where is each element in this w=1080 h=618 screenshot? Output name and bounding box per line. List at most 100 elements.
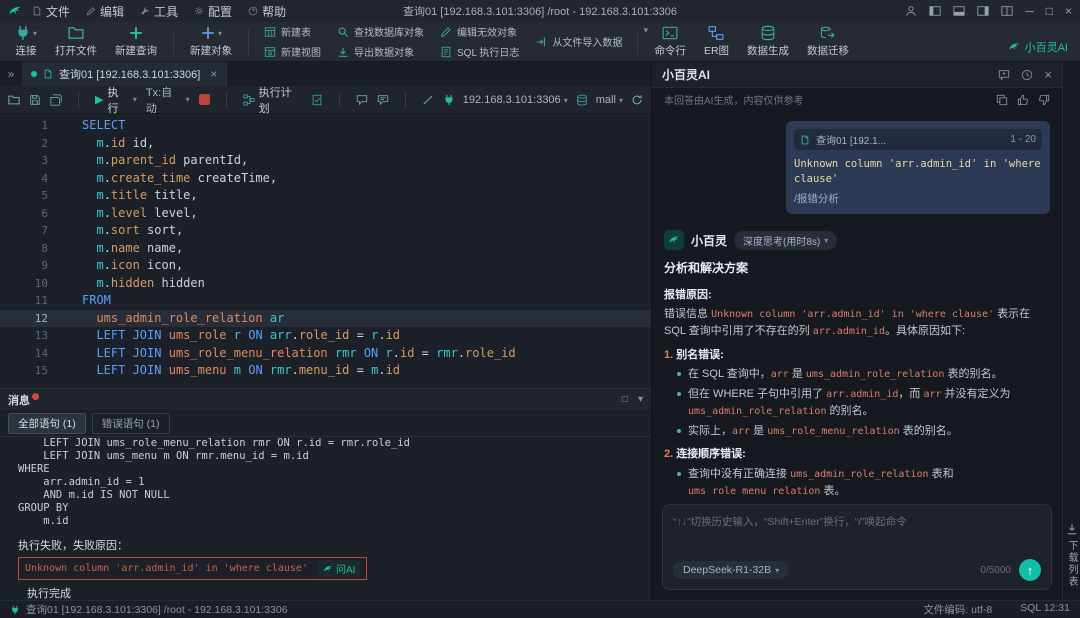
save-all-icon[interactable] xyxy=(50,94,62,106)
toolbar-data-migrate-button[interactable]: 数据迁移 xyxy=(798,25,858,58)
ask-ai-button[interactable]: 问AI xyxy=(318,560,360,577)
editor-line-2[interactable]: 2 m.id id, xyxy=(0,135,651,153)
panel-maximize-icon[interactable]: □ xyxy=(622,394,628,405)
toolbar-new-query-button[interactable]: 新建查询 xyxy=(106,25,166,58)
menu-tools[interactable]: 工具 xyxy=(140,3,178,20)
toolbar-data-generate-button[interactable]: 数据生成 xyxy=(738,25,798,58)
layout-split-icon[interactable] xyxy=(1001,5,1013,17)
commit-icon[interactable] xyxy=(311,94,323,106)
stop-icon[interactable] xyxy=(199,94,210,105)
app-logo-icon xyxy=(8,4,22,18)
editor-toolbar: ▶执行▾ Tx:自动▾ 执行计划 192.168.3.101:3306 ▾ ma… xyxy=(0,86,651,114)
close-button[interactable]: × xyxy=(1065,4,1072,18)
toolbar-find-db-object-button[interactable]: 查找数据库对象 xyxy=(337,24,424,39)
send-button[interactable]: ↑ xyxy=(1019,559,1041,581)
terminal-icon xyxy=(662,25,678,41)
editor-line-9[interactable]: 9 m.icon icon, xyxy=(0,257,651,275)
line-number: 1 xyxy=(0,117,48,135)
toolbar-collapse-icon[interactable]: ▾ xyxy=(643,25,648,36)
toolbar-new-object-button[interactable]: ▾ 新建对象 xyxy=(181,25,241,58)
chat-input[interactable]: “↑↓”切换历史输入，“Shift+Enter”换行，“/”唤起命令 DeepS… xyxy=(662,504,1052,590)
editor-line-8[interactable]: 8 m.name name, xyxy=(0,240,651,258)
ai-panel-close-icon[interactable]: × xyxy=(1044,67,1052,82)
assistant-paragraph: 错误信息 Unknown column 'arr.admin_id' in 'w… xyxy=(664,306,1050,339)
toolbar-open-file-button[interactable]: 打开文件 xyxy=(46,25,106,58)
thumbs-up-icon[interactable] xyxy=(1017,94,1029,106)
ai-assistant-badge[interactable]: 小百灵AI xyxy=(1008,39,1068,55)
editor-line-6[interactable]: 6 m.level level, xyxy=(0,205,651,223)
toolbar-connect-button[interactable]: ▾ 连接 xyxy=(6,25,46,58)
menu-file[interactable]: 文件 xyxy=(32,3,70,20)
menu-help[interactable]: 帮助 xyxy=(248,3,286,20)
sql-file-icon xyxy=(800,135,810,145)
toolbar-import-data-button[interactable]: 从文件导入数据 xyxy=(535,34,622,49)
thumbs-down-icon[interactable] xyxy=(1038,94,1050,106)
user-icon[interactable] xyxy=(905,5,917,17)
query-reference-chip[interactable]: 查询01 [192.1... 1 - 20 xyxy=(794,129,1042,150)
toolbar-er-diagram-button[interactable]: ER图 xyxy=(695,25,738,58)
editor-line-15[interactable]: 15 LEFT JOIN ums_menu m ON rmr.menu_id =… xyxy=(0,362,651,380)
editor-line-3[interactable]: 3 m.parent_id parentId, xyxy=(0,152,651,170)
editor-line-11[interactable]: 11FROM xyxy=(0,292,651,310)
ai-chat-area[interactable]: 本回答由AI生成，内容仅供参考 查询01 [192.1... 1 - 20 xyxy=(652,88,1062,496)
assistant-content: 分析和解决方案报错原因:错误信息 Unknown column 'arr.adm… xyxy=(664,259,1050,496)
editor-line-5[interactable]: 5 m.title title, xyxy=(0,187,651,205)
tab-overflow-icon[interactable]: » xyxy=(0,62,22,86)
download-icon[interactable] xyxy=(1066,523,1078,535)
tab-error-statements[interactable]: 错误语句 (1) xyxy=(92,413,170,434)
editor-line-13[interactable]: 13 LEFT JOIN ums_role r ON arr.role_id =… xyxy=(0,327,651,345)
comment-lines-icon[interactable] xyxy=(377,94,389,106)
toolbar-new-table-button[interactable]: 新建表 xyxy=(264,24,321,39)
download-list-label[interactable]: 下载列表 xyxy=(1064,540,1079,588)
panel-collapse-icon[interactable]: ▾ xyxy=(638,394,643,405)
explain-plan-button[interactable]: 执行计划 xyxy=(243,84,302,116)
comment-icon[interactable] xyxy=(356,94,368,106)
editor-pane: » 查询01 [192.168.3.101:3306] × ▶执行▾ Tx:自动… xyxy=(0,62,652,600)
toolbar-edit-invalid-button[interactable]: 编辑无效对象 xyxy=(440,24,519,39)
run-button[interactable]: ▶执行▾ xyxy=(95,84,137,116)
titlebar: 文件 编辑 工具 配置 帮助 查询01 [192.168.3.101:3306]… xyxy=(0,0,1080,22)
open-file-icon[interactable] xyxy=(8,94,20,106)
minimize-button[interactable]: ─ xyxy=(1025,4,1034,18)
new-chat-icon[interactable] xyxy=(998,69,1010,81)
layout-right-panel-icon[interactable] xyxy=(977,5,989,17)
toolbar-new-view-button[interactable]: 新建视图 xyxy=(264,44,321,59)
maximize-button[interactable]: □ xyxy=(1046,4,1053,18)
connection-selector[interactable]: 192.168.3.101:3306 ▾ xyxy=(463,94,568,106)
editor-line-12[interactable]: 12 ums_admin_role_relation ar xyxy=(0,310,651,328)
ai-panel: 小百灵AI × 本回答由AI生成，内容仅供参考 xyxy=(652,62,1062,600)
menu-edit[interactable]: 编辑 xyxy=(86,3,124,20)
toolbar-sql-log-button[interactable]: SQL 执行日志 xyxy=(440,44,519,59)
format-wand-icon[interactable] xyxy=(422,94,434,106)
ref-line-range: 1 - 20 xyxy=(1010,134,1036,145)
tab-close-icon[interactable]: × xyxy=(210,67,217,81)
database-selector[interactable]: mall ▾ xyxy=(596,94,623,106)
assistant-heading: 报错原因: xyxy=(664,287,1050,304)
status-cursor-position[interactable]: SQL 12:31 xyxy=(1020,602,1070,617)
message-output: LEFT JOIN ums_role_menu_relation rmr ON … xyxy=(18,437,651,528)
model-selector[interactable]: DeepSeek-R1-32B▾ xyxy=(673,561,789,579)
toolbar-export-object-button[interactable]: 导出数据对象 xyxy=(337,44,424,59)
save-icon[interactable] xyxy=(29,94,41,106)
tab-query01[interactable]: 查询01 [192.168.3.101:3306] × xyxy=(22,62,227,86)
log-icon xyxy=(440,46,452,58)
editor-line-1[interactable]: 1SELECT xyxy=(0,117,651,135)
status-encoding[interactable]: 文件编码: utf-8 xyxy=(923,602,992,617)
copy-icon[interactable] xyxy=(996,94,1008,106)
toolbar-cli-button[interactable]: 命令行 xyxy=(645,25,695,58)
thinking-toggle[interactable]: 深度思考(用时8s)▾ xyxy=(734,231,837,250)
history-icon[interactable] xyxy=(1021,69,1033,81)
editor-line-4[interactable]: 4 m.create_time createTime, xyxy=(0,170,651,188)
refresh-icon[interactable] xyxy=(631,94,643,106)
tx-mode-selector[interactable]: Tx:自动▾ xyxy=(146,84,190,116)
editor-lines: 1SELECT2 m.id id,3 m.parent_id parentId,… xyxy=(0,117,651,380)
menu-config[interactable]: 配置 xyxy=(194,3,232,20)
layout-left-panel-icon[interactable] xyxy=(929,5,941,17)
editor-line-7[interactable]: 7 m.sort sort, xyxy=(0,222,651,240)
app-window: 文件 编辑 工具 配置 帮助 查询01 [192.168.3.101:3306]… xyxy=(0,0,1080,618)
layout-bottom-panel-icon[interactable] xyxy=(953,5,965,17)
tab-all-statements[interactable]: 全部语句 (1) xyxy=(8,413,86,434)
editor-line-10[interactable]: 10 m.hidden hidden xyxy=(0,275,651,293)
sql-editor[interactable]: 1SELECT2 m.id id,3 m.parent_id parentId,… xyxy=(0,114,651,388)
editor-line-14[interactable]: 14 LEFT JOIN ums_role_menu_relation rmr … xyxy=(0,345,651,363)
